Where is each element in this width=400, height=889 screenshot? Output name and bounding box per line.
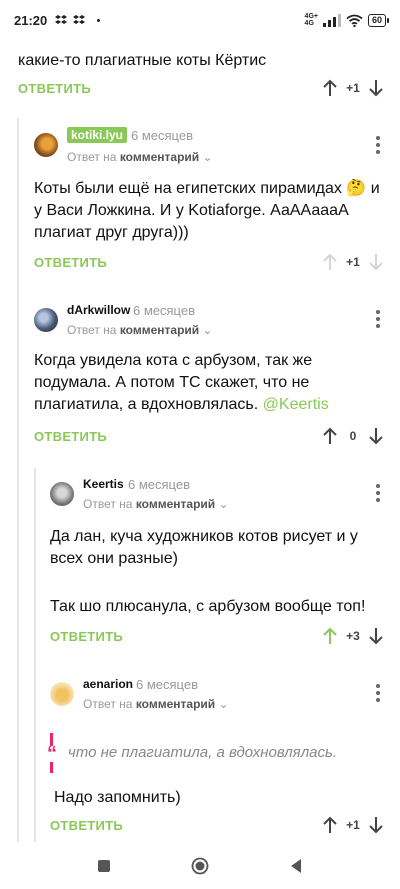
upvote-icon[interactable] (322, 252, 338, 272)
reply-button[interactable]: ОТВЕТИТЬ (34, 255, 107, 270)
thread-line (34, 468, 36, 842)
wifi-icon (346, 14, 363, 27)
dropbox-icon (73, 15, 86, 24)
status-bar: 21:20 4G+ 4G 60 (0, 0, 400, 40)
vote-controls: +3 (322, 626, 384, 646)
back-icon[interactable] (289, 858, 303, 874)
comment-time: 6 месяцев (131, 128, 193, 143)
comment-author[interactable]: Keertis (83, 477, 124, 491)
score: 0 (349, 429, 357, 443)
comment-text: Так шо плюсанула, с арбузом вообще топ! (50, 598, 366, 615)
vote-controls: +1 (322, 252, 384, 272)
avatar[interactable] (50, 482, 74, 506)
thread-line (17, 118, 19, 842)
downvote-icon[interactable] (368, 626, 384, 646)
upvote-icon[interactable] (322, 815, 338, 835)
comment-time: 6 месяцев (128, 477, 190, 492)
score: +1 (346, 818, 360, 832)
dropbox-icon (55, 15, 68, 24)
comment-time: 6 месяцев (136, 677, 198, 692)
reply-to[interactable]: Ответ на комментарий ⌄ (67, 150, 213, 164)
downvote-icon[interactable] (368, 252, 384, 272)
dot-icon (97, 18, 101, 22)
avatar[interactable] (34, 133, 58, 157)
status-time: 21:20 (14, 12, 48, 28)
quote-icon: “ (45, 743, 59, 765)
vote-controls: +1 (322, 78, 384, 98)
comment-author[interactable]: aenarion (83, 677, 133, 691)
home-icon[interactable] (191, 857, 209, 875)
reply-button[interactable]: ОТВЕТИТЬ (50, 818, 123, 833)
more-options-icon[interactable] (374, 484, 382, 502)
upvote-icon[interactable] (322, 426, 338, 446)
reply-button[interactable]: ОТВЕТИТЬ (50, 629, 123, 644)
downvote-icon[interactable] (368, 78, 384, 98)
upvote-icon[interactable] (322, 626, 338, 646)
chevron-down-icon[interactable]: ⌄ (219, 497, 229, 511)
avatar[interactable] (34, 308, 58, 332)
quote-text: что не плагиатила, а вдохновлялась. (68, 744, 338, 761)
comment-text: Когда увидела кота с арбузом, так же под… (34, 352, 329, 413)
score: +1 (346, 255, 360, 269)
chevron-down-icon[interactable]: ⌄ (219, 697, 229, 711)
avatar[interactable] (50, 682, 74, 706)
comment-time: 6 месяцев (133, 303, 195, 318)
system-nav-bar (0, 842, 400, 889)
comment-author[interactable]: dArkwillow (67, 303, 130, 317)
reply-to[interactable]: Ответ на комментарий ⌄ (83, 697, 229, 711)
comment-author[interactable]: kotiki.lyu (67, 127, 128, 143)
chevron-down-icon[interactable]: ⌄ (203, 150, 213, 164)
chevron-down-icon[interactable]: ⌄ (203, 323, 213, 337)
score: +3 (346, 629, 360, 643)
more-options-icon[interactable] (374, 310, 382, 328)
mention-link[interactable]: @Keertis (263, 396, 329, 413)
comment-text: Надо запомнить) (54, 789, 181, 806)
downvote-icon[interactable] (368, 815, 384, 835)
score: +1 (346, 81, 360, 95)
downvote-icon[interactable] (368, 426, 384, 446)
signal-icon (322, 13, 341, 27)
upvote-icon[interactable] (322, 78, 338, 98)
battery-icon: 60 (367, 13, 390, 27)
reply-to[interactable]: Ответ на комментарий ⌄ (67, 323, 213, 337)
more-options-icon[interactable] (374, 136, 382, 154)
more-options-icon[interactable] (374, 684, 382, 702)
reply-button[interactable]: ОТВЕТИТЬ (34, 429, 107, 444)
comment-text: Да лан, куча художников котов рисует и у… (50, 528, 358, 567)
recent-apps-icon[interactable] (97, 859, 111, 873)
comment-text: Коты были ещё на египетских пирамидах 🤔 … (34, 180, 380, 241)
vote-controls: 0 (322, 426, 384, 446)
vote-controls: +1 (322, 815, 384, 835)
comment-text: какие-то плагиатные коты Кёртис (18, 52, 267, 69)
reply-to[interactable]: Ответ на комментарий ⌄ (83, 497, 229, 511)
network-type: 4G+ 4G (304, 13, 318, 27)
reply-button[interactable]: ОТВЕТИТЬ (18, 81, 91, 96)
